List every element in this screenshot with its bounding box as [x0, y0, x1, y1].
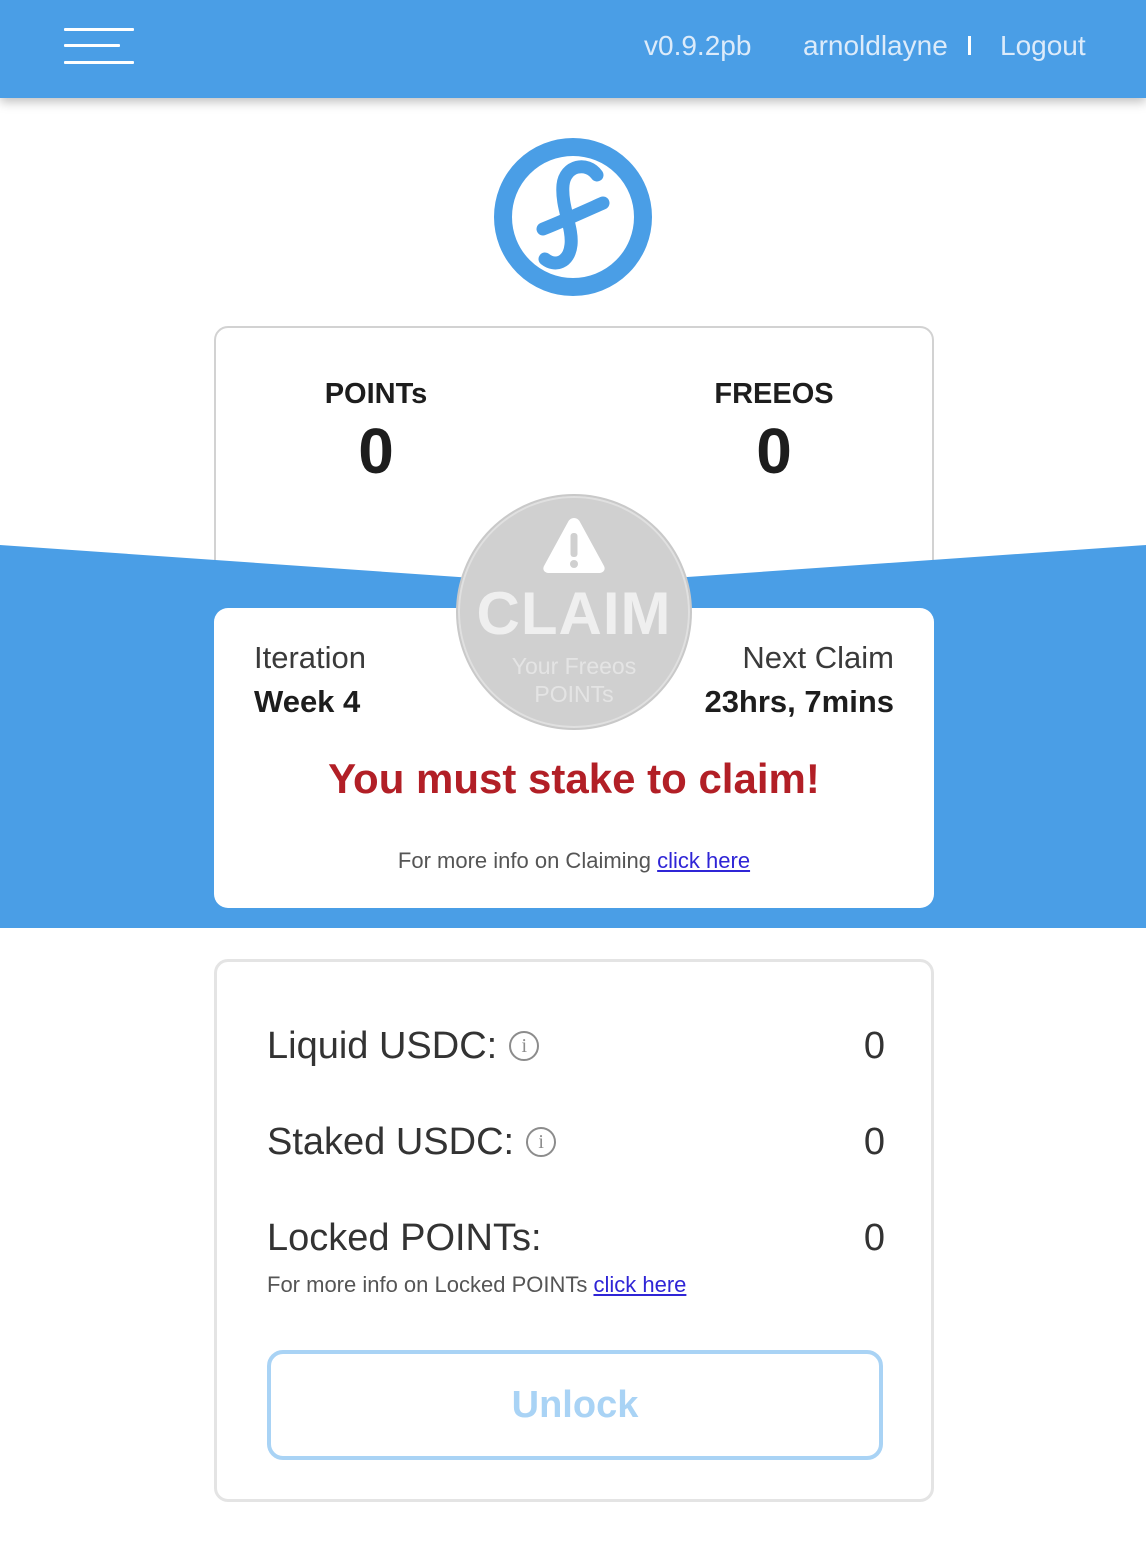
claim-info-text: For more info on Claiming click here	[214, 846, 934, 876]
claim-info-label: For more info on Claiming	[397, 848, 658, 873]
hamburger-menu-icon[interactable]	[64, 28, 134, 66]
locked-info-text: For more info on Locked POINTs click her…	[267, 1270, 686, 1300]
iteration-label: Iteration	[254, 640, 367, 675]
liquid-usdc-value: 0	[863, 1025, 885, 1067]
staked-usdc-text: Staked USDC:	[267, 1121, 515, 1163]
staked-usdc-value: 0	[863, 1121, 885, 1163]
locked-points-label: Locked POINTs:	[267, 1217, 542, 1259]
staked-usdc-label: Staked USDC: i	[267, 1118, 557, 1166]
username-label: arnoldlayne	[803, 30, 948, 61]
points-stat: POINTs 0	[266, 376, 486, 486]
points-label: POINTs	[324, 378, 428, 410]
top-header: v0.9.2pb arnoldlayne Logout	[0, 0, 1146, 98]
freeos-logo-icon	[494, 138, 652, 296]
claim-button[interactable]: CLAIM Your Freeos POINTs	[446, 494, 702, 732]
version-label: v0.9.2pb	[644, 30, 752, 61]
claim-sub-line1: Your Freeos	[511, 653, 637, 679]
warning-triangle-icon	[543, 518, 605, 573]
claim-sub-line2: POINTs	[534, 681, 614, 707]
liquid-usdc-row: Liquid USDC: i 0	[267, 1022, 885, 1070]
freeos-value: 0	[756, 415, 792, 487]
next-claim-label: Next Claim	[742, 640, 894, 675]
claim-info-link[interactable]: click here	[657, 848, 750, 873]
freeos-stat: FREEOS 0	[664, 376, 884, 486]
header-divider	[968, 36, 971, 55]
next-claim-value: 23hrs, 7mins	[704, 684, 894, 719]
liquid-usdc-label: Liquid USDC: i	[267, 1022, 540, 1070]
locked-points-row: Locked POINTs: 0	[267, 1214, 885, 1262]
unlock-button[interactable]: Unlock	[267, 1350, 883, 1460]
claim-button-label: CLAIM	[476, 580, 672, 647]
iteration-value: Week 4	[254, 684, 361, 719]
info-icon[interactable]: i	[526, 1126, 557, 1157]
stake-warning-message: You must stake to claim!	[328, 755, 820, 802]
points-value: 0	[358, 415, 394, 487]
logout-link[interactable]: Logout	[1000, 28, 1086, 64]
menu-line	[64, 61, 134, 64]
locked-info-link[interactable]: click here	[593, 1272, 686, 1297]
claim-button-sublabel: Your Freeos POINTs	[446, 652, 702, 708]
locked-info-label: For more info on Locked POINTs	[267, 1272, 594, 1297]
staked-usdc-row: Staked USDC: i 0	[267, 1118, 885, 1166]
info-icon[interactable]: i	[509, 1030, 540, 1061]
menu-line	[64, 44, 120, 47]
locked-points-value: 0	[863, 1217, 885, 1259]
liquid-usdc-text: Liquid USDC:	[267, 1025, 498, 1067]
balances-card: Liquid USDC: i 0 Staked USDC: i 0 Locked P…	[214, 959, 934, 1502]
menu-line	[64, 28, 134, 31]
freeos-label: FREEOS	[714, 378, 834, 410]
